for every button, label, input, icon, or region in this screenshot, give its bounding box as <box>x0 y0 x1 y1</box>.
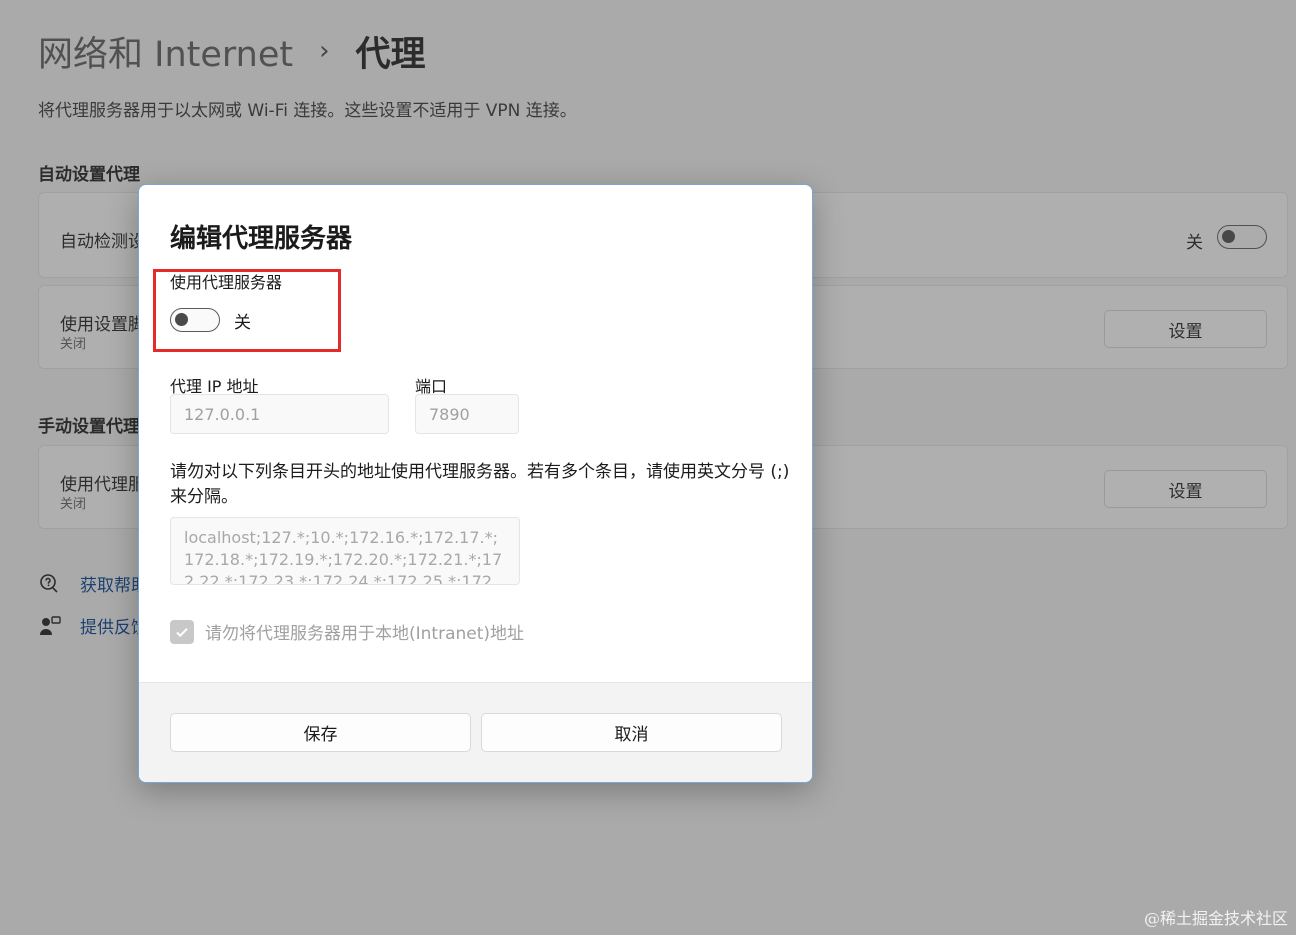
cancel-button[interactable]: 取消 <box>481 713 782 752</box>
red-highlight-box <box>153 269 341 352</box>
exceptions-textarea[interactable]: localhost;127.*;10.*;172.16.*;172.17.*;1… <box>170 517 520 585</box>
ip-address-input[interactable]: 127.0.0.1 <box>170 394 389 434</box>
port-input[interactable]: 7890 <box>415 394 519 434</box>
checkmark-icon <box>176 627 188 637</box>
bypass-local-row[interactable]: 请勿将代理服务器用于本地(Intranet)地址 <box>170 619 524 644</box>
save-button[interactable]: 保存 <box>170 713 471 752</box>
bypass-local-label: 请勿将代理服务器用于本地(Intranet)地址 <box>205 624 525 644</box>
watermark: @稀土掘金技术社区 <box>1143 909 1288 928</box>
edit-proxy-dialog: 编辑代理服务器 使用代理服务器 关 代理 IP 地址 127.0.0.1 端口 … <box>138 184 813 783</box>
dialog-title: 编辑代理服务器 <box>170 224 353 254</box>
bypass-local-checkbox[interactable] <box>170 619 194 644</box>
dialog-footer: 保存 取消 <box>139 682 812 782</box>
exceptions-description: 请勿对以下列条目开头的地址使用代理服务器。若有多个条目，请使用英文分号 (;) … <box>170 462 790 507</box>
